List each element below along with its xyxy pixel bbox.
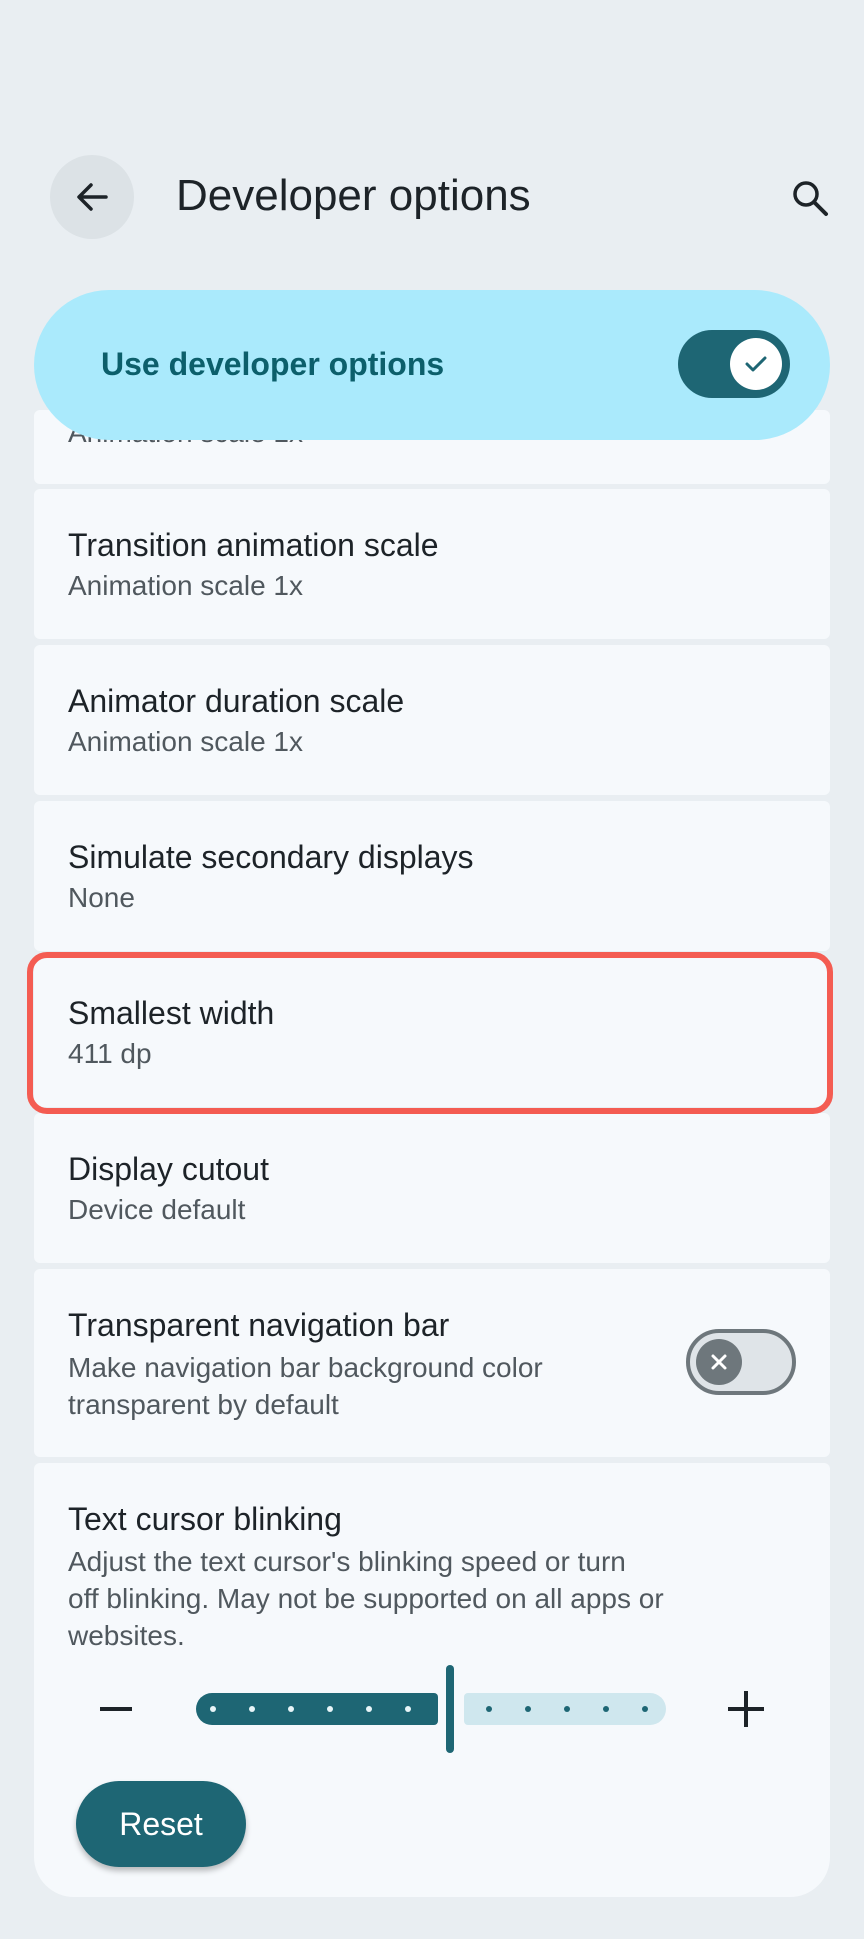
slider-tick (642, 1706, 648, 1712)
setting-display-cutout[interactable]: Display cutout Device default (34, 1113, 830, 1263)
setting-transparent-navigation-bar[interactable]: Transparent navigation bar Make navigati… (34, 1269, 830, 1457)
transparent-navigation-bar-switch[interactable] (686, 1329, 796, 1395)
setting-subtitle-line-2: transparent by default (68, 1389, 339, 1420)
setting-description-line-3: websites. (68, 1620, 185, 1651)
setting-title: Text cursor blinking (68, 1501, 342, 1537)
slider-tick (405, 1706, 411, 1712)
slider-track-active[interactable] (196, 1693, 438, 1725)
slider-track-inactive[interactable] (464, 1693, 666, 1725)
slider-tick (525, 1706, 531, 1712)
page-title: Developer options (176, 171, 531, 220)
setting-subtitle: Animation scale 1x (68, 570, 304, 601)
setting-title: Transparent navigation bar (68, 1307, 450, 1343)
search-button[interactable] (782, 170, 838, 226)
setting-transition-animation-scale[interactable]: Transition animation scale Animation sca… (34, 489, 830, 639)
slider-thumb[interactable] (446, 1665, 454, 1753)
minus-icon[interactable] (100, 1707, 132, 1711)
setting-subtitle: None (68, 882, 135, 913)
setting-title: Simulate secondary displays (68, 839, 474, 875)
setting-title: Animator duration scale (68, 683, 405, 719)
slider-tick (210, 1706, 216, 1712)
back-button[interactable] (50, 155, 134, 239)
setting-description-line-2: off blinking. May not be supported on al… (68, 1583, 664, 1614)
slider-tick (366, 1706, 372, 1712)
setting-title: Display cutout (68, 1151, 269, 1187)
setting-subtitle: Device default (68, 1194, 246, 1225)
slider-tick (564, 1706, 570, 1712)
slider-tick (327, 1706, 333, 1712)
use-developer-options-row[interactable]: Use developer options (34, 290, 830, 440)
slider-tick (249, 1706, 255, 1712)
use-developer-options-label: Use developer options (101, 346, 445, 382)
switch-thumb (696, 1339, 742, 1385)
setting-subtitle: Animation scale 1x (68, 726, 304, 757)
check-icon (745, 356, 767, 372)
search-icon (793, 181, 828, 216)
slider-tick (603, 1706, 609, 1712)
setting-simulate-secondary-displays[interactable]: Simulate secondary displays None (34, 801, 830, 951)
plus-icon-vertical (744, 1691, 748, 1727)
setting-text-cursor-blinking: Text cursor blinking Adjust the text cur… (34, 1463, 830, 1897)
setting-subtitle-line-1: Make navigation bar background color (68, 1352, 543, 1383)
highlight-box (27, 952, 833, 1114)
close-icon (711, 1354, 727, 1370)
slider-tick (486, 1706, 492, 1712)
reset-button[interactable]: Reset (76, 1781, 246, 1867)
switch-thumb (730, 338, 782, 390)
use-developer-options-switch[interactable] (678, 330, 790, 398)
setting-animator-duration-scale[interactable]: Animator duration scale Animation scale … (34, 645, 830, 795)
setting-title: Transition animation scale (68, 527, 439, 563)
setting-description-line-1: Adjust the text cursor's blinking speed … (68, 1546, 626, 1577)
slider-tick (288, 1706, 294, 1712)
cursor-blink-slider[interactable] (34, 1659, 830, 1759)
arrow-back-icon (77, 183, 108, 211)
